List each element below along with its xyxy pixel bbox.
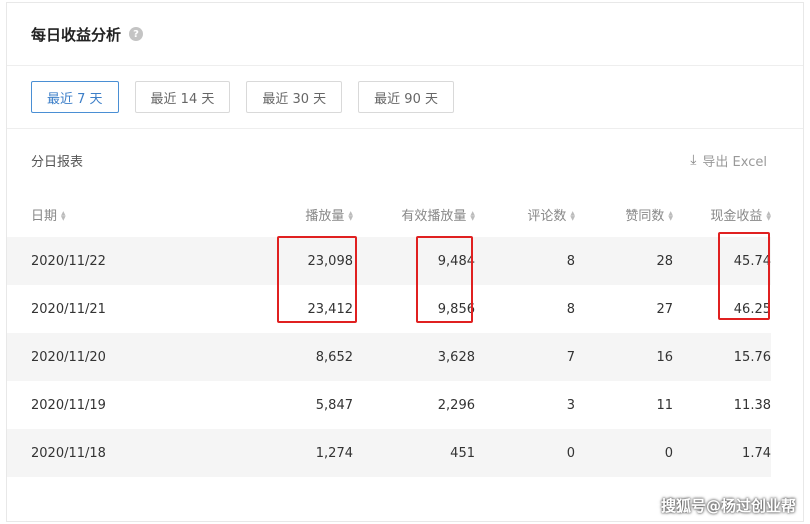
watermark: 搜狐号@杨过创业帮 xyxy=(660,497,796,515)
table-header-row: 日期 ▲ ▼ 播放量 ▲ ▼ 有效播放量 ▲ ▼ 评论数 ▲ ▼ 赞同数 ▲ ▼ 现金收益 ▲ ▼ xyxy=(7,191,771,237)
export-excel-button[interactable]: ⤓ 导出 Excel xyxy=(690,151,767,170)
export-label: 导出 Excel xyxy=(702,154,767,170)
card-header: 每日收益分析 ? xyxy=(7,3,803,66)
cell-plays: 23,412 xyxy=(307,301,354,317)
column-header-plays[interactable]: 播放量 ▲ ▼ xyxy=(157,191,353,237)
earnings-card: 每日收益分析 ? 最近 7 天 最近 14 天 最近 30 天 最近 90 天 … xyxy=(6,2,804,522)
cell-cash-earnings: 1.74 xyxy=(673,429,771,477)
column-header-date[interactable]: 日期 ▲ ▼ xyxy=(7,191,157,237)
table-row: 2020/11/21 23,412 9,856 8 27 46.25 xyxy=(7,285,771,333)
sort-icon[interactable]: ▲ ▼ xyxy=(668,211,673,222)
cell-likes: 16 xyxy=(575,333,673,381)
column-header-likes[interactable]: 赞同数 ▲ ▼ xyxy=(575,191,673,237)
cell-cash-earnings: 46.25 xyxy=(733,301,771,317)
table-row: 2020/11/18 1,274 451 0 0 1.74 xyxy=(7,429,771,477)
sort-icon[interactable]: ▲ ▼ xyxy=(61,211,66,222)
range-30-days-button[interactable]: 最近 30 天 xyxy=(246,81,343,113)
sort-icon[interactable]: ▲ ▼ xyxy=(570,211,575,222)
cell-plays: 8,652 xyxy=(157,333,353,381)
range-tabs: 最近 7 天 最近 14 天 最近 30 天 最近 90 天 xyxy=(7,66,803,129)
cell-plays: 1,274 xyxy=(157,429,353,477)
cell-date: 2020/11/18 xyxy=(7,429,157,477)
help-icon[interactable]: ? xyxy=(129,27,144,41)
cell-likes: 28 xyxy=(575,237,673,285)
cell-likes: 11 xyxy=(656,397,673,413)
cell-date: 2020/11/19 xyxy=(31,397,106,413)
range-7-days-button[interactable]: 最近 7 天 xyxy=(31,81,119,113)
table-row: 2020/11/20 8,652 3,628 7 16 15.76 xyxy=(7,333,771,381)
card-title: 每日收益分析 xyxy=(31,25,122,44)
cell-likes: 27 xyxy=(656,301,673,317)
cell-comments: 8 xyxy=(566,301,575,317)
cell-valid-plays: 451 xyxy=(353,429,475,477)
cell-valid-plays: 3,628 xyxy=(353,333,475,381)
report-title: 分日报表 xyxy=(31,154,84,170)
cell-plays: 5,847 xyxy=(315,397,353,413)
daily-report-table: 日期 ▲ ▼ 播放量 ▲ ▼ 有效播放量 ▲ ▼ 评论数 ▲ ▼ 赞同数 ▲ ▼ 现金收益 ▲ ▼ 20… xyxy=(7,191,771,477)
cell-date: 2020/11/20 xyxy=(7,333,157,381)
sort-icon[interactable]: ▲ ▼ xyxy=(470,211,475,222)
cell-plays: 23,098 xyxy=(157,237,353,285)
cell-cash-earnings: 11.38 xyxy=(733,397,771,413)
cell-valid-plays: 2,296 xyxy=(437,397,475,413)
cell-comments: 0 xyxy=(475,429,575,477)
cell-date: 2020/11/22 xyxy=(7,237,157,285)
sort-icon[interactable]: ▲ ▼ xyxy=(348,211,353,222)
cell-valid-plays: 9,484 xyxy=(353,237,475,285)
report-header: 分日报表 ⤓ 导出 Excel xyxy=(7,129,803,191)
download-icon: ⤓ xyxy=(690,152,697,168)
cell-comments: 3 xyxy=(566,397,575,413)
cell-date: 2020/11/21 xyxy=(31,301,106,317)
column-header-valid-plays[interactable]: 有效播放量 ▲ ▼ xyxy=(353,191,475,237)
cell-cash-earnings: 15.76 xyxy=(673,333,771,381)
cell-comments: 7 xyxy=(475,333,575,381)
table-row: 2020/11/22 23,098 9,484 8 28 45.74 xyxy=(7,237,771,285)
cell-likes: 0 xyxy=(575,429,673,477)
table-row: 2020/11/19 5,847 2,296 3 11 11.38 xyxy=(7,381,771,429)
range-90-days-button[interactable]: 最近 90 天 xyxy=(358,81,454,113)
column-header-comments[interactable]: 评论数 ▲ ▼ xyxy=(475,191,575,237)
cell-valid-plays: 9,856 xyxy=(437,301,475,317)
cell-comments: 8 xyxy=(475,237,575,285)
cell-cash-earnings: 45.74 xyxy=(673,237,771,285)
sort-icon[interactable]: ▲ ▼ xyxy=(766,211,771,222)
column-header-cash-earnings[interactable]: 现金收益 ▲ ▼ xyxy=(673,191,771,237)
range-14-days-button[interactable]: 最近 14 天 xyxy=(134,81,231,113)
